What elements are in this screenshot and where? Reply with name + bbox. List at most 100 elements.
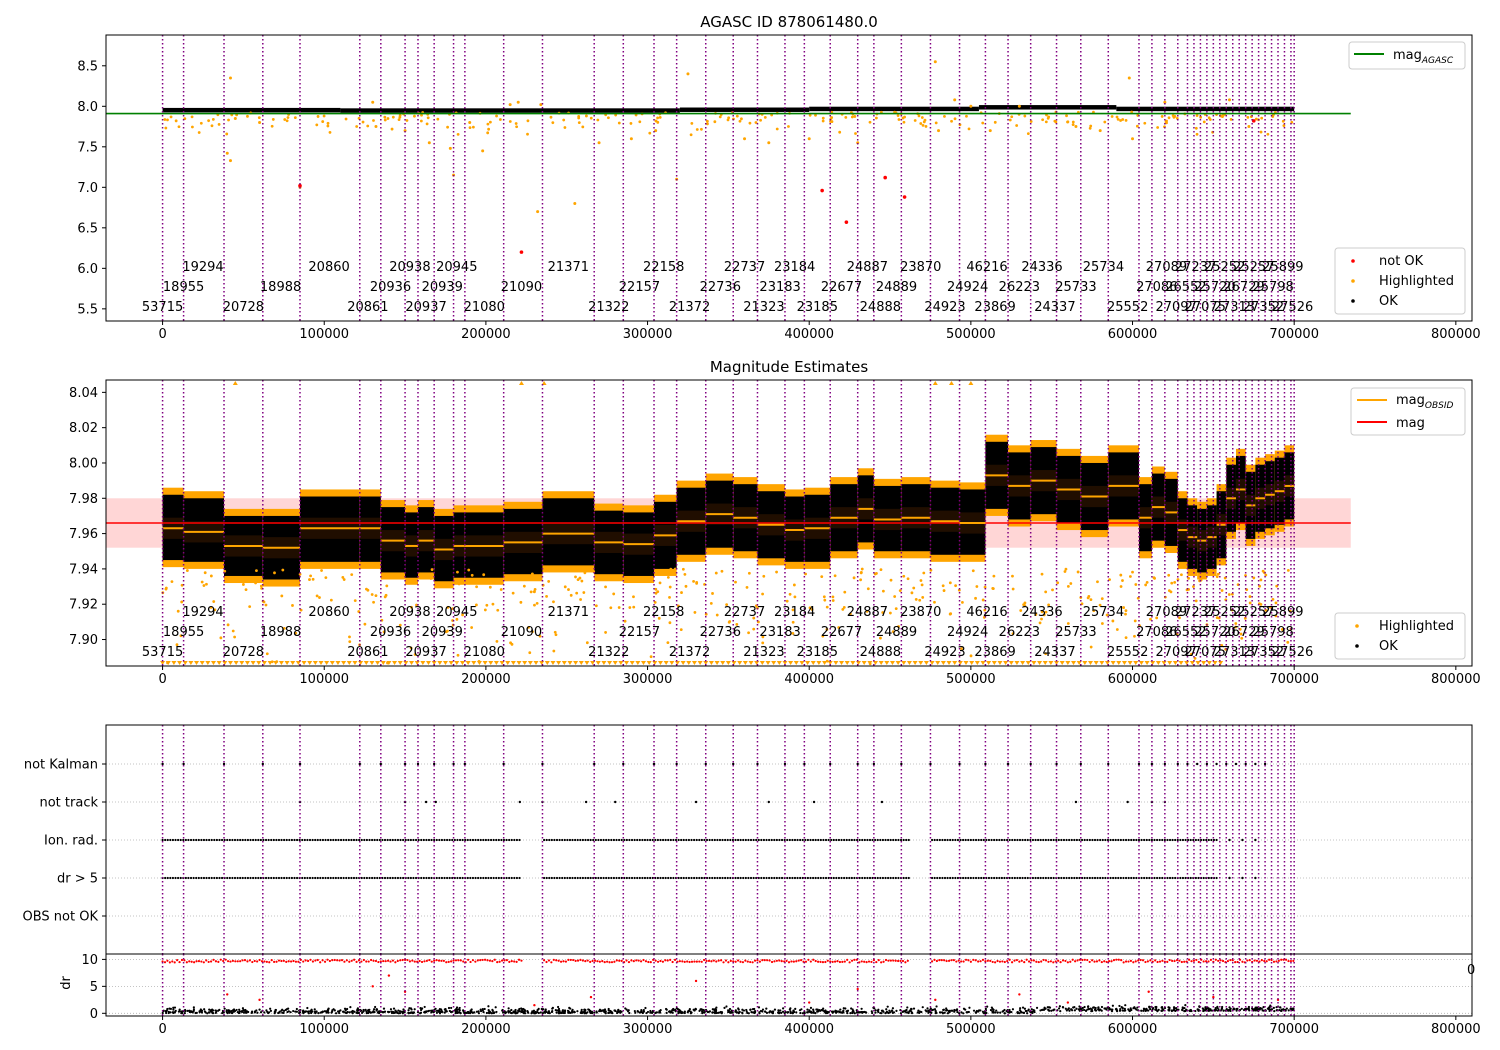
highlighted-point bbox=[225, 132, 229, 136]
dr-high-point bbox=[214, 960, 218, 963]
dr-point bbox=[531, 1010, 534, 1013]
underflow-marker bbox=[318, 661, 324, 665]
highlighted-point bbox=[190, 115, 194, 119]
flag-point bbox=[641, 876, 644, 880]
dr-high-point bbox=[1171, 959, 1174, 962]
dr-point bbox=[619, 1009, 622, 1013]
flag-point bbox=[303, 838, 306, 842]
flag-point bbox=[412, 838, 415, 842]
dr-point bbox=[1227, 1009, 1230, 1012]
underflow-marker bbox=[199, 661, 205, 665]
underflow-marker bbox=[1155, 661, 1161, 665]
highlighted-point bbox=[1124, 119, 1128, 122]
dr-high-point bbox=[986, 959, 989, 962]
dr-point bbox=[413, 1008, 416, 1011]
highlighted-point bbox=[211, 117, 215, 121]
highlighted-point bbox=[372, 600, 375, 604]
flag-point bbox=[477, 838, 480, 842]
underflow-marker bbox=[550, 661, 556, 665]
dr-high-point bbox=[567, 958, 570, 961]
highlighted-point bbox=[961, 600, 964, 604]
dr-point bbox=[720, 1011, 724, 1014]
highlighted-point bbox=[683, 573, 687, 576]
flag-point bbox=[938, 838, 941, 842]
flag-point bbox=[228, 838, 231, 842]
highlighted-point bbox=[442, 581, 446, 585]
flag-point bbox=[277, 838, 281, 842]
highlighted-point bbox=[727, 620, 731, 624]
underflow-marker bbox=[522, 661, 528, 665]
dr-point bbox=[235, 1008, 238, 1012]
dr-point bbox=[403, 1011, 406, 1014]
flag-point bbox=[845, 876, 848, 880]
highlighted-point bbox=[1103, 120, 1107, 124]
dr-high-point bbox=[391, 959, 395, 962]
dr-point bbox=[986, 1005, 989, 1008]
dr-point bbox=[1184, 1004, 1187, 1007]
panel2-ytick-label: 8.02 bbox=[69, 421, 98, 436]
flag-point bbox=[638, 838, 641, 842]
dr-point bbox=[885, 1008, 888, 1011]
flag-point bbox=[990, 838, 993, 842]
highlighted-point bbox=[981, 598, 985, 602]
dr-point bbox=[349, 1006, 352, 1009]
dr-high-point bbox=[727, 961, 730, 964]
dr-point bbox=[242, 1009, 245, 1012]
highlighted-point bbox=[792, 583, 796, 587]
flag-point bbox=[1148, 876, 1151, 880]
obsid-label: 20861 bbox=[347, 645, 388, 660]
flag-point bbox=[949, 838, 952, 842]
flag-point bbox=[502, 838, 506, 842]
dr-point bbox=[615, 1011, 619, 1015]
underflow-marker bbox=[607, 661, 613, 665]
dr-high-point bbox=[1149, 959, 1152, 962]
highlighted-point bbox=[713, 120, 717, 124]
underflow-marker bbox=[1167, 661, 1173, 665]
underflow-marker bbox=[510, 661, 516, 665]
underflow-marker bbox=[256, 661, 262, 665]
dr-point bbox=[258, 1008, 261, 1011]
dr-high-point bbox=[1081, 958, 1084, 962]
highlighted-point bbox=[1202, 575, 1206, 579]
dr-high-point bbox=[1192, 959, 1196, 962]
underflow-marker bbox=[674, 661, 680, 665]
dr-high-point bbox=[498, 960, 501, 963]
dr-point bbox=[339, 1009, 342, 1012]
dr-high-point bbox=[1112, 959, 1116, 962]
dr-point bbox=[535, 1011, 538, 1014]
dr-point bbox=[781, 1007, 785, 1010]
dr-point bbox=[966, 1010, 970, 1014]
highlighted-point bbox=[991, 587, 995, 591]
legend-obsid-sub: OBSID bbox=[1425, 401, 1454, 411]
dr-point bbox=[1148, 1005, 1151, 1008]
dr-high-point bbox=[659, 959, 662, 963]
flag-point bbox=[438, 838, 441, 842]
highlighted-point bbox=[205, 582, 208, 586]
highlighted-point bbox=[1145, 580, 1149, 584]
flag-point bbox=[373, 838, 376, 842]
highlighted-point bbox=[1274, 601, 1278, 605]
dr-point bbox=[761, 1008, 765, 1011]
flag-point bbox=[734, 876, 737, 880]
highlighted-point bbox=[597, 141, 601, 145]
highlighted-point bbox=[485, 603, 489, 607]
dr-point bbox=[1129, 1007, 1132, 1010]
flag-point bbox=[1254, 762, 1257, 766]
flag-point bbox=[360, 876, 363, 880]
highlighted-point bbox=[1152, 576, 1156, 580]
flag-point bbox=[319, 838, 322, 842]
flag-point bbox=[347, 876, 350, 880]
dr-point bbox=[435, 1011, 439, 1014]
flag-point bbox=[192, 876, 195, 880]
flag-point bbox=[1225, 762, 1228, 766]
dr-point bbox=[228, 1009, 231, 1012]
flag-point bbox=[907, 838, 910, 842]
flag-point bbox=[584, 800, 588, 804]
obsid-label: 20939 bbox=[422, 280, 463, 295]
flag-point bbox=[791, 838, 794, 842]
dr-high-point bbox=[758, 960, 762, 963]
dr-point bbox=[792, 1009, 795, 1012]
dr-point bbox=[356, 1011, 359, 1015]
dr-point bbox=[1280, 1009, 1283, 1013]
dr-point bbox=[192, 1008, 196, 1011]
